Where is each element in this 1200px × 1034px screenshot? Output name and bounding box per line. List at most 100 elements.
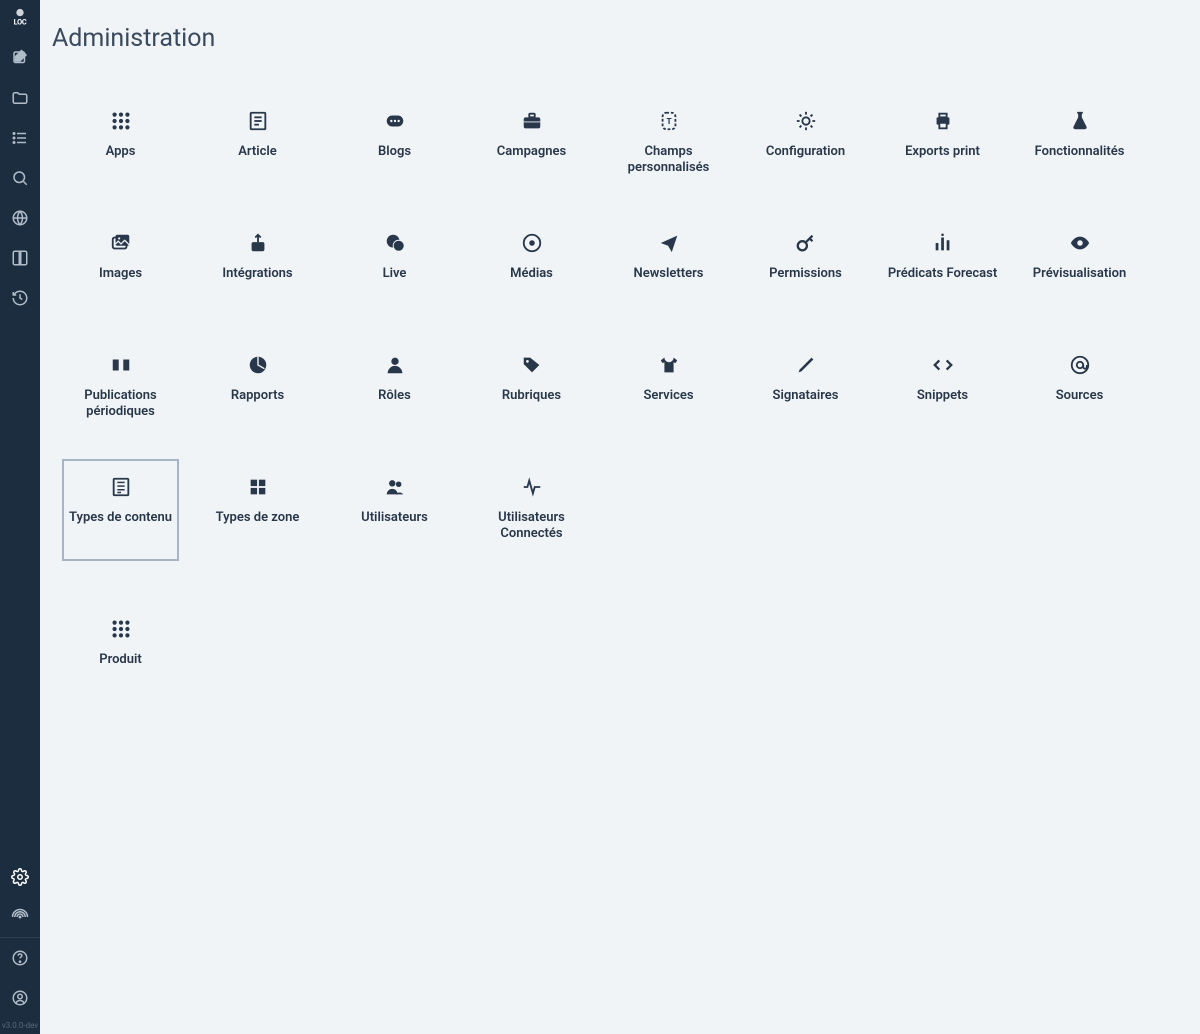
settings-icon: [11, 868, 29, 886]
tile-blogs[interactable]: Blogs: [326, 83, 463, 205]
tile-media[interactable]: Médias: [463, 205, 600, 327]
tile-chat[interactable]: Live: [326, 205, 463, 327]
tile-label: Newsletters: [634, 266, 704, 282]
tile-publication[interactable]: Publications périodiques: [52, 327, 189, 449]
sidebar-nav-book[interactable]: [0, 238, 40, 278]
tile-label: Permissions: [769, 266, 842, 282]
sidebar-nav-broadcast[interactable]: [0, 897, 40, 937]
sidebar-nav-folder[interactable]: [0, 78, 40, 118]
sidebar-nav-user[interactable]: [0, 978, 40, 1018]
tile-eye[interactable]: Prévisualisation: [1011, 205, 1148, 327]
tile-send[interactable]: Newsletters: [600, 205, 737, 327]
list-icon: [11, 129, 29, 147]
tile-label: Images: [99, 266, 142, 282]
tile-label: Sources: [1056, 388, 1104, 404]
sidebar-nav-help[interactable]: [0, 938, 40, 978]
tile-label: Article: [238, 144, 277, 160]
images-icon: [110, 220, 132, 254]
content-type-icon: [110, 464, 132, 498]
briefcase-icon: [521, 98, 543, 132]
tile-label: Campagnes: [497, 144, 566, 160]
tile-label: Prévisualisation: [1033, 266, 1126, 282]
tile-briefcase[interactable]: Campagnes: [463, 83, 600, 205]
tile-label: Rôles: [378, 388, 411, 404]
send-icon: [658, 220, 680, 254]
tile-flask[interactable]: Fonctionnalités: [1011, 83, 1148, 205]
tile-pie[interactable]: Rapports: [189, 327, 326, 449]
page-title: Administration: [52, 24, 1188, 53]
tile-label: Produit: [99, 652, 142, 668]
users-icon: [384, 464, 406, 498]
tile-label: Médias: [510, 266, 553, 282]
tile-print[interactable]: Exports print: [874, 83, 1011, 205]
tile-code[interactable]: Snippets: [874, 327, 1011, 449]
at-icon: [1069, 342, 1091, 376]
tile-label: Fonctionnalités: [1035, 144, 1125, 160]
tile-article[interactable]: Article: [189, 83, 326, 205]
sidebar-nav-globe[interactable]: [0, 198, 40, 238]
tile-images[interactable]: Images: [52, 205, 189, 327]
tile-key[interactable]: Permissions: [737, 205, 874, 327]
tile-apps[interactable]: Produit: [52, 591, 189, 713]
sidebar-nav-settings[interactable]: [0, 857, 40, 897]
tile-content-type[interactable]: Types de contenu: [52, 449, 189, 571]
sidebar-nav-search[interactable]: [0, 158, 40, 198]
tile-upload[interactable]: Intégrations: [189, 205, 326, 327]
logo-icon: LOC: [9, 8, 31, 30]
print-icon: [932, 98, 954, 132]
code-icon: [932, 342, 954, 376]
section-break: [52, 571, 1148, 591]
tile-bars[interactable]: Prédicats Forecast: [874, 205, 1011, 327]
tile-label: Exports print: [905, 144, 980, 160]
sidebar: LOC v3.0.0-dev: [0, 0, 40, 1034]
apps-icon: [110, 98, 132, 132]
book-icon: [11, 249, 29, 267]
sidebar-nav-compose[interactable]: [0, 38, 40, 78]
tile-label: Configuration: [766, 144, 845, 160]
help-icon: [11, 949, 29, 967]
tile-label: Utilisateurs Connectés: [477, 510, 587, 541]
user-icon: [11, 989, 29, 1007]
tile-label: Rubriques: [502, 388, 561, 404]
role-icon: [384, 342, 406, 376]
tile-apps[interactable]: Apps: [52, 83, 189, 205]
tile-label: Utilisateurs: [361, 510, 428, 526]
tag-icon: [521, 342, 543, 376]
tile-role[interactable]: Rôles: [326, 327, 463, 449]
upload-icon: [247, 220, 269, 254]
tile-label: Intégrations: [222, 266, 292, 282]
tile-label: Blogs: [378, 144, 411, 160]
tile-label: Types de zone: [216, 510, 300, 526]
activity-icon: [521, 464, 543, 498]
search-icon: [11, 169, 29, 187]
publication-icon: [110, 342, 132, 376]
tile-custom-fields[interactable]: Champs personnalisés: [600, 83, 737, 205]
main: Administration Apps Article Blogs Campagnes…: [40, 0, 1200, 1034]
tile-label: Snippets: [917, 388, 968, 404]
bars-icon: [932, 220, 954, 254]
grid-icon: [247, 464, 269, 498]
sidebar-nav-list[interactable]: [0, 118, 40, 158]
tile-tag[interactable]: Rubriques: [463, 327, 600, 449]
tile-gear[interactable]: Configuration: [737, 83, 874, 205]
broadcast-icon: [11, 908, 29, 926]
tile-activity[interactable]: Utilisateurs Connectés: [463, 449, 600, 571]
logo: LOC: [0, 0, 40, 38]
article-icon: [247, 98, 269, 132]
tile-grid[interactable]: Types de zone: [189, 449, 326, 571]
gear-icon: [795, 98, 817, 132]
tile-tshirt[interactable]: Services: [600, 327, 737, 449]
tile-label: Champs personnalisés: [614, 144, 724, 175]
history-icon: [11, 289, 29, 307]
tile-label: Apps: [106, 144, 136, 160]
flask-icon: [1069, 98, 1091, 132]
compose-icon: [11, 49, 29, 67]
folder-icon: [11, 89, 29, 107]
tile-label: Signataires: [773, 388, 839, 404]
tile-pen[interactable]: Signataires: [737, 327, 874, 449]
tile-users[interactable]: Utilisateurs: [326, 449, 463, 571]
chat-icon: [384, 220, 406, 254]
tile-at[interactable]: Sources: [1011, 327, 1148, 449]
media-icon: [521, 220, 543, 254]
sidebar-nav-history[interactable]: [0, 278, 40, 318]
